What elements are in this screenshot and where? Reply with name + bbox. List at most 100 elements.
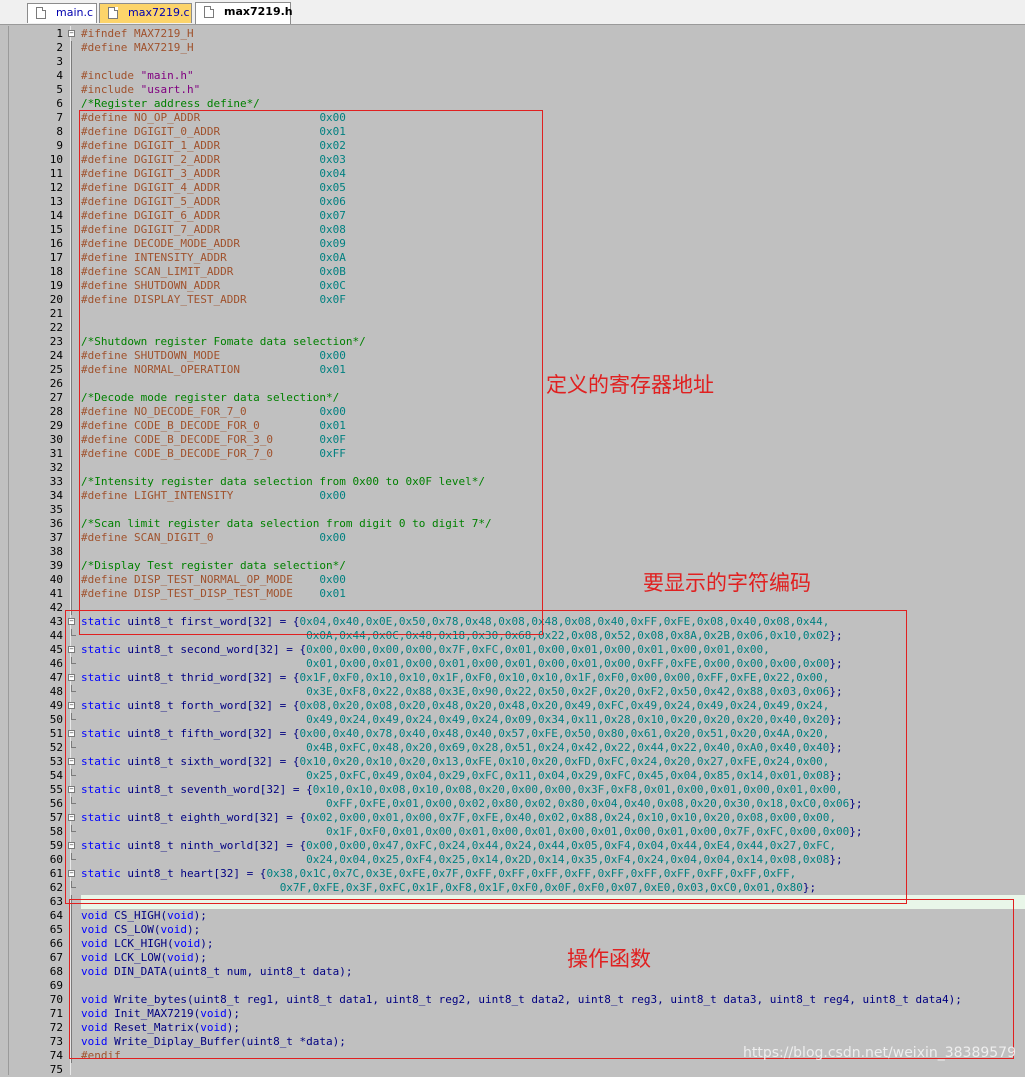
tab-main-c[interactable]: main.c xyxy=(27,3,97,23)
line-number: 64 xyxy=(49,909,63,922)
token-dir: #include xyxy=(81,69,141,82)
line-code: #ifndef MAX7219_H xyxy=(81,27,194,41)
line-number: 60 xyxy=(49,853,63,866)
fold-guide xyxy=(71,139,72,153)
fold-toggle-icon[interactable]: − xyxy=(68,30,75,37)
c-file-icon xyxy=(108,7,118,19)
line-number: 67 xyxy=(49,951,63,964)
fold-guide xyxy=(71,419,72,433)
line-number: 36 xyxy=(49,517,63,530)
annotation-functions: 操作函数 xyxy=(567,947,651,971)
line-number: 31 xyxy=(49,447,63,460)
fold-guide xyxy=(71,503,72,517)
line-number: 12 xyxy=(49,181,63,194)
line-number: 63 xyxy=(49,895,63,908)
line-number: 74 xyxy=(49,1049,63,1062)
fold-guide xyxy=(71,377,72,391)
line-number: 42 xyxy=(49,601,63,614)
fold-guide xyxy=(71,279,72,293)
fold-guide xyxy=(71,265,72,279)
line-number: 4 xyxy=(56,69,63,82)
line-number: 28 xyxy=(49,405,63,418)
line-number: 7 xyxy=(56,111,63,124)
line-number: 46 xyxy=(49,657,63,670)
fold-guide xyxy=(71,405,72,419)
tab-max7219-h[interactable]: max7219.h xyxy=(195,2,293,24)
code-editor[interactable]: 1− #ifndef MAX7219_H 2 #define MAX7219_H 3 4 #… xyxy=(8,26,1025,1076)
line-number: 27 xyxy=(49,391,63,404)
line-number: 5 xyxy=(56,83,63,96)
line-number: 44 xyxy=(49,629,63,642)
fold-guide xyxy=(71,559,72,573)
fold-guide xyxy=(71,335,72,349)
line-number: 32 xyxy=(49,461,63,474)
line-number: 52 xyxy=(49,741,63,754)
line-code: #include "main.h" xyxy=(81,69,194,83)
line-number: 3 xyxy=(56,55,63,68)
line-number: 50 xyxy=(49,713,63,726)
line-number: 34 xyxy=(49,489,63,502)
line-number: 8 xyxy=(56,125,63,138)
line-number: 47 xyxy=(49,671,63,684)
line-number: 13 xyxy=(49,195,63,208)
code-line: 1− #ifndef MAX7219_H xyxy=(9,27,1025,41)
fold-guide xyxy=(71,83,72,97)
line-number: 71 xyxy=(49,1007,63,1020)
line-number: 29 xyxy=(49,419,63,432)
fold-guide xyxy=(71,209,72,223)
tab-label: main.c xyxy=(56,6,94,19)
line-number: 11 xyxy=(49,167,63,180)
token-dir: #define MAX7219_H xyxy=(81,41,194,54)
fold-guide xyxy=(71,41,72,55)
fold-guide xyxy=(71,69,72,83)
line-number: 55 xyxy=(49,783,63,796)
fold-guide xyxy=(71,573,72,587)
fold-guide xyxy=(71,531,72,545)
line-number: 26 xyxy=(49,377,63,390)
line-number: 41 xyxy=(49,587,63,600)
line-number: 39 xyxy=(49,559,63,572)
line-number: 49 xyxy=(49,699,63,712)
fold-guide xyxy=(71,223,72,237)
annotation-register-addresses: 定义的寄存器地址 xyxy=(546,373,714,397)
tab-label: max7219.h xyxy=(224,5,293,18)
line-number: 45 xyxy=(49,643,63,656)
fold-guide xyxy=(71,111,72,125)
fold-guide xyxy=(71,97,72,111)
line-number: 25 xyxy=(49,363,63,376)
line-number: 24 xyxy=(49,349,63,362)
line-number: 18 xyxy=(49,265,63,278)
fold-guide xyxy=(71,433,72,447)
c-file-icon xyxy=(36,7,46,19)
line-number: 65 xyxy=(49,923,63,936)
fold-guide xyxy=(71,125,72,139)
line-number: 48 xyxy=(49,685,63,698)
line-number: 6 xyxy=(56,97,63,110)
token-cmt: /*Register address define*/ xyxy=(81,97,260,110)
annotation-char-codes: 要显示的字符编码 xyxy=(643,571,811,595)
tab-max7219-c[interactable]: max7219.c xyxy=(99,3,192,23)
fold-guide xyxy=(71,293,72,307)
function-highlight-box xyxy=(69,899,1014,1059)
line-number: 43 xyxy=(49,615,63,628)
fold-guide xyxy=(71,461,72,475)
line-number: 69 xyxy=(49,979,63,992)
line-number: 37 xyxy=(49,531,63,544)
fold-guide xyxy=(71,545,72,559)
fold-guide xyxy=(71,517,72,531)
code-line: 5 #include "usart.h" xyxy=(9,83,1025,97)
line-number: 2 xyxy=(56,41,63,54)
line-number: 59 xyxy=(49,839,63,852)
line-code: #include "usart.h" xyxy=(81,83,200,97)
line-code: /*Register address define*/ xyxy=(81,97,260,111)
fold-guide xyxy=(71,55,72,69)
line-number: 72 xyxy=(49,1021,63,1034)
token-str: "usart.h" xyxy=(140,83,201,96)
line-number: 15 xyxy=(49,223,63,236)
line-number: 10 xyxy=(49,153,63,166)
line-number: 20 xyxy=(49,293,63,306)
line-number: 9 xyxy=(56,139,63,152)
fold-guide xyxy=(71,181,72,195)
line-number: 56 xyxy=(49,797,63,810)
line-number: 70 xyxy=(49,993,63,1006)
